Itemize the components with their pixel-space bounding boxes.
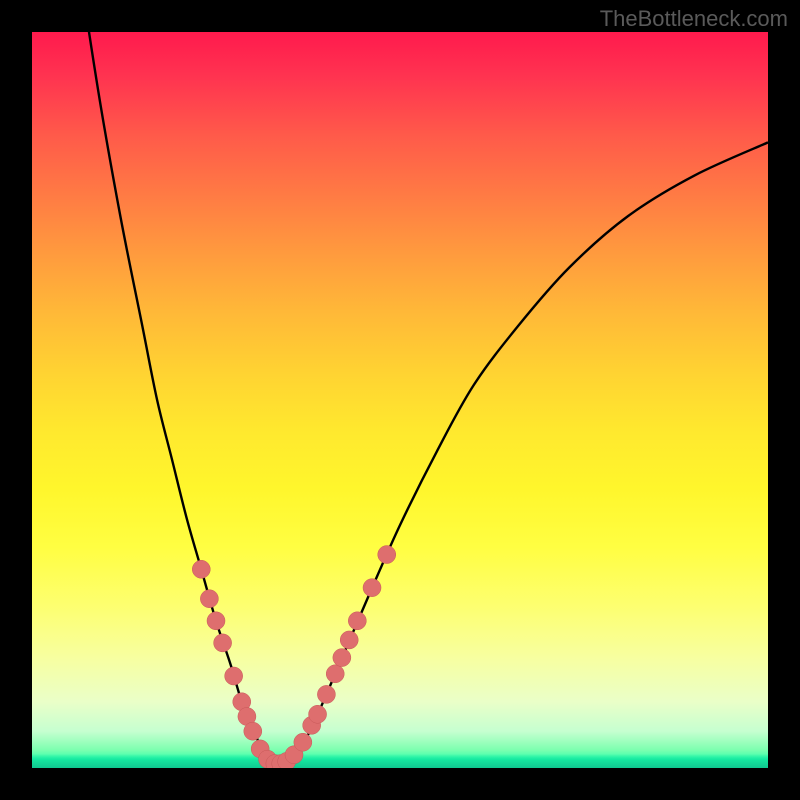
highlighted-dot (309, 705, 327, 723)
highlighted-dot (363, 579, 381, 597)
highlighted-dot (214, 634, 232, 652)
highlighted-dot (378, 546, 396, 564)
highlighted-dot (326, 665, 344, 683)
bottleneck-curve (32, 32, 768, 764)
watermark-text: TheBottleneck.com (600, 6, 788, 32)
highlighted-dot (207, 612, 225, 630)
highlighted-dot (348, 612, 366, 630)
chart-plot-area (32, 32, 768, 768)
highlighted-dot (244, 722, 262, 740)
chart-svg (32, 32, 768, 768)
highlighted-dot (225, 667, 243, 685)
highlighted-dot (200, 590, 218, 608)
highlighted-dot (333, 649, 351, 667)
highlighted-dot (192, 560, 210, 578)
highlighted-dots-group (192, 546, 395, 768)
highlighted-dot (317, 685, 335, 703)
highlighted-dot (340, 631, 358, 649)
highlighted-dot (294, 733, 312, 751)
